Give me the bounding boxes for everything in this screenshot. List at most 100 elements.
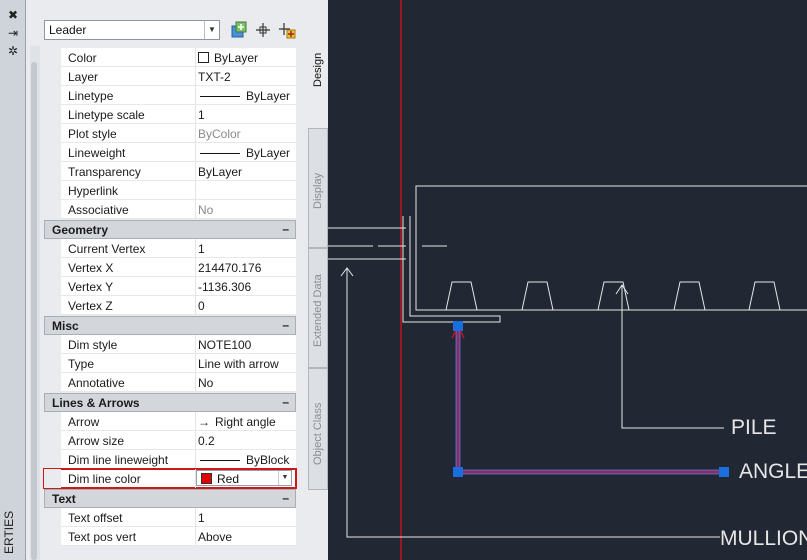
property-value-text: No: [198, 203, 214, 217]
row-gutter: [44, 296, 61, 315]
row-gutter: [44, 48, 61, 67]
property-row[interactable]: Linetype ByLayer: [44, 86, 296, 105]
property-row[interactable]: Associative No: [44, 200, 296, 219]
property-name: Color: [68, 51, 97, 65]
property-row[interactable]: Color ByLayer: [44, 48, 296, 67]
row-gutter: [44, 105, 61, 124]
property-value: No: [198, 203, 213, 217]
property-row[interactable]: Arrow size 0.2: [44, 431, 296, 450]
property-name: Annotative: [68, 376, 125, 390]
property-value-text: ByLayer: [214, 51, 259, 65]
tab-display[interactable]: Display: [308, 128, 328, 248]
property-name: Transparency: [68, 165, 141, 179]
properties-palette: Leader ▼ Color ByLayer Layer TXT-2 Linetype B…: [26, 0, 328, 560]
property-row[interactable]: Layer TXT-2: [44, 67, 296, 86]
select-objects-icon[interactable]: [254, 21, 272, 39]
collapse-icon[interactable]: –: [282, 395, 289, 409]
property-row[interactable]: Arrow → Right angle: [44, 412, 296, 431]
column-divider: [195, 239, 196, 258]
property-row[interactable]: Text pos vert Above: [44, 527, 296, 546]
row-gutter: [44, 200, 61, 219]
section-title: Misc: [52, 319, 79, 333]
dim-line-color-dropdown[interactable]: Red ▼: [196, 470, 292, 486]
line-sample-icon: [200, 96, 240, 98]
line-sample-icon: [200, 460, 240, 462]
property-row[interactable]: Text offset 1: [44, 508, 296, 527]
property-name: Dim style: [68, 338, 118, 352]
row-gutter: [44, 86, 61, 105]
row-gutter: [44, 335, 61, 354]
property-row[interactable]: Vertex Z 0: [44, 296, 296, 315]
palette-title: ERTIES: [2, 510, 16, 554]
section-title: Text: [52, 492, 76, 506]
property-value: ByLayer: [198, 89, 290, 103]
section-header[interactable]: Misc –: [44, 316, 296, 335]
property-row[interactable]: Vertex Y -1136.306: [44, 277, 296, 296]
chevron-down-icon[interactable]: ▼: [204, 21, 219, 39]
column-divider: [195, 181, 196, 200]
autohide-icon[interactable]: ⇥: [6, 26, 20, 40]
section-header[interactable]: Text –: [44, 489, 296, 508]
property-value-text: 1: [198, 511, 205, 525]
arrow-right-icon: →: [198, 415, 210, 429]
property-value-text: ByBlock: [246, 453, 290, 467]
property-value: -1136.306: [198, 280, 251, 294]
property-row[interactable]: Vertex X 214470.176: [44, 258, 296, 277]
property-value-text: ByLayer: [246, 146, 291, 160]
tab-object-class[interactable]: Object Class: [308, 368, 328, 490]
property-row[interactable]: Dim line lineweight ByBlock: [44, 450, 296, 469]
settings-icon[interactable]: ✲: [6, 44, 20, 58]
collapse-icon[interactable]: –: [282, 318, 289, 332]
property-value: ByColor: [198, 127, 241, 141]
chevron-down-icon[interactable]: ▼: [278, 471, 291, 485]
color-swatch-icon: [201, 473, 212, 484]
column-divider: [195, 162, 196, 181]
property-value-text: -1136.306: [198, 280, 252, 294]
property-value-text: TXT-2: [198, 70, 231, 84]
property-row[interactable]: Linetype scale 1: [44, 105, 296, 124]
section-header[interactable]: Geometry –: [44, 220, 296, 239]
property-row[interactable]: Current Vertex 1: [44, 239, 296, 258]
property-row[interactable]: Lineweight ByLayer: [44, 143, 296, 162]
property-value-text: 1: [198, 108, 205, 122]
collapse-icon[interactable]: –: [282, 222, 289, 236]
property-row[interactable]: Dim style NOTE100: [44, 335, 296, 354]
property-row[interactable]: Plot style ByColor: [44, 124, 296, 143]
property-value: Above: [198, 530, 232, 544]
property-value: 1: [198, 108, 205, 122]
property-row[interactable]: Annotative No: [44, 373, 296, 392]
property-value: Line with arrow: [198, 357, 279, 371]
property-value-text: ByLayer: [246, 89, 291, 103]
scrollbar-thumb[interactable]: [31, 62, 37, 560]
tab-extended-data[interactable]: Extended Data: [308, 248, 328, 368]
column-divider: [195, 296, 196, 315]
property-value: ByLayer: [198, 51, 258, 65]
object-type-dropdown[interactable]: Leader ▼: [44, 20, 220, 40]
row-gutter: [44, 277, 61, 296]
dropdown-text: Red: [217, 472, 240, 486]
property-row[interactable]: Transparency ByLayer: [44, 162, 296, 181]
collapse-icon[interactable]: –: [282, 491, 289, 505]
property-row[interactable]: Type Line with arrow: [44, 354, 296, 373]
column-divider: [195, 431, 196, 450]
property-row[interactable]: Hyperlink: [44, 181, 296, 200]
section-header[interactable]: Lines & Arrows –: [44, 393, 296, 412]
row-gutter: [44, 239, 61, 258]
pickadd-toggle-icon[interactable]: [278, 21, 296, 39]
property-name: Type: [68, 357, 95, 371]
property-name: Associative: [68, 203, 129, 217]
column-divider: [195, 124, 196, 143]
color-swatch-icon: [198, 52, 209, 63]
tab-design[interactable]: Design: [308, 10, 328, 128]
property-row[interactable]: Dim line color Red ▼: [43, 468, 297, 489]
property-name: Plot style: [68, 127, 117, 141]
property-value-text: 214470.176: [198, 261, 262, 275]
column-divider: [195, 354, 196, 373]
property-value-text: No: [198, 376, 214, 390]
property-name: Dim line lineweight: [68, 453, 169, 467]
property-name: Layer: [68, 70, 99, 84]
close-icon[interactable]: ✖: [6, 8, 20, 22]
quick-select-icon[interactable]: [230, 21, 248, 39]
grip-handle: [453, 467, 463, 477]
palette-title-strip: ✖ ⇥ ✲ ERTIES: [0, 0, 26, 560]
